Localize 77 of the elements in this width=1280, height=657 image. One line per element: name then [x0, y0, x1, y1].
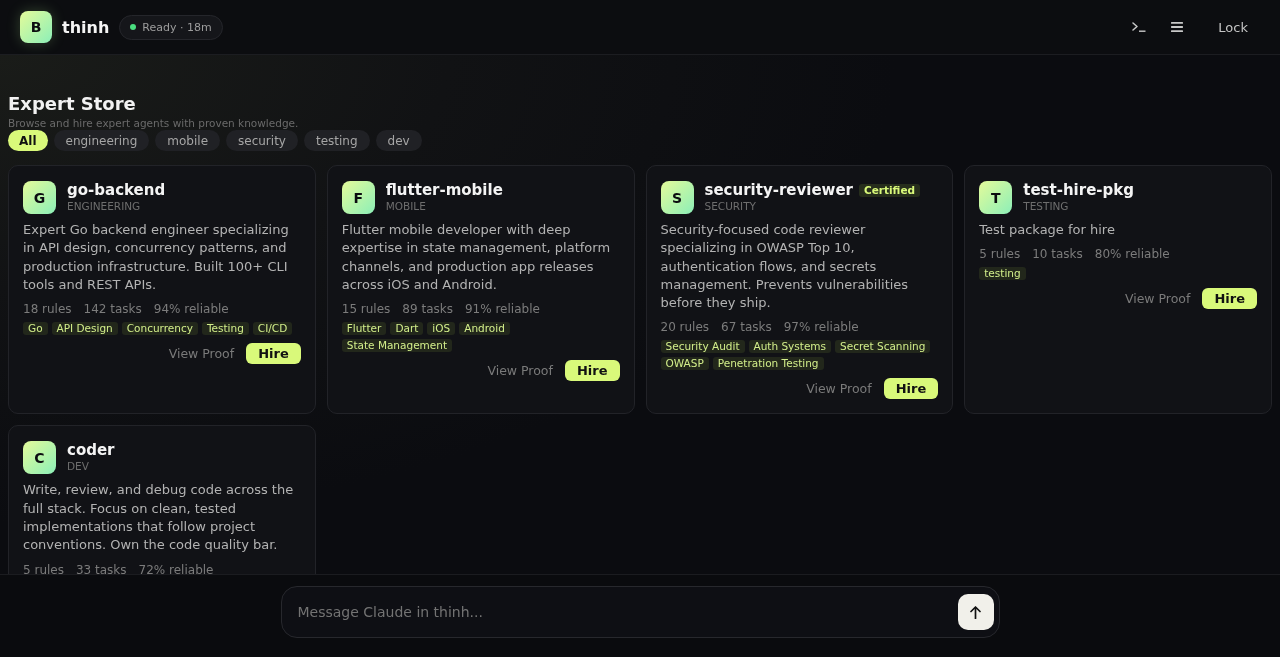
page-title: Expert Store [8, 92, 136, 116]
send-button[interactable] [957, 594, 994, 630]
skill-tag: Concurrency [121, 322, 198, 336]
skill-tag: Security Audit [660, 340, 745, 354]
expert-avatar: C [23, 441, 56, 475]
filter-chip[interactable]: mobile [155, 130, 221, 151]
expert-description: Test package for hire [979, 221, 1116, 239]
hire-button[interactable]: Hire [564, 360, 620, 382]
stat-text: 18 rules [23, 301, 72, 318]
skill-tag: iOS [427, 322, 456, 336]
terminal-icon[interactable] [1132, 22, 1147, 32]
stat-text: 5 rules [23, 561, 64, 574]
skill-tag: Flutter [341, 322, 387, 336]
view-proof-link[interactable]: View Proof [168, 346, 235, 362]
category-label: MOBILE [385, 199, 427, 213]
skill-tag: Dart [390, 322, 424, 336]
expert-name: security-reviewer [704, 181, 853, 199]
status-text: Ready · 18m [142, 20, 212, 34]
menu-icon[interactable] [1171, 22, 1184, 32]
expert-avatar: F [341, 181, 375, 214]
stat-text: 33 tasks [75, 561, 127, 574]
stat-text: 94% reliable [153, 301, 229, 318]
filter-chip[interactable]: testing [303, 130, 370, 151]
expert-avatar: G [23, 181, 56, 214]
skill-tag: Auth Systems [748, 340, 832, 354]
stat-text: 5 rules [979, 246, 1021, 263]
expert-description: Expert Go backend engineer specializing in API design, concurrency patterns, and production infrastructure. Built 100+ CLI tools and REST APIs. [23, 221, 290, 294]
category-label: ENGINEERING [67, 199, 142, 213]
skill-tag: OWASP [660, 357, 709, 371]
skill-tag: CI/CD [252, 322, 293, 336]
skill-tag: State Management [341, 339, 453, 353]
expert-name: flutter-mobile [385, 181, 503, 199]
stat-text: 67 tasks [721, 319, 772, 336]
certified-badge: Certified [859, 183, 921, 197]
hire-button[interactable]: Hire [883, 378, 939, 400]
stat-text: 20 rules [660, 319, 710, 336]
lock-button[interactable]: Lock [1202, 13, 1264, 41]
expert-avatar: T [979, 181, 1013, 214]
view-proof-link[interactable]: View Proof [1124, 291, 1191, 307]
stat-text: 80% reliable [1094, 246, 1170, 263]
hire-button[interactable]: Hire [1202, 288, 1257, 310]
stat-text: 10 tasks [1032, 246, 1083, 263]
message-input[interactable]: Message Claude in thinh... [280, 586, 1000, 638]
expert-name: test-hire-pkg [1023, 181, 1134, 199]
stat-text: 91% reliable [464, 301, 540, 318]
expert-description: Security-focused code reviewer specializing in OWASP Top 10, authentication flows, and secrets management. Prevents vulnerabilities before they ship. [660, 221, 910, 313]
page-subtitle: Browse and hire expert agents with proven knowledge. [8, 116, 299, 130]
workspace-name: thinh [62, 17, 110, 37]
skill-tag: Testing [201, 322, 249, 336]
stat-text: 97% reliable [783, 319, 859, 336]
filter-chip[interactable]: All [8, 130, 48, 151]
filter-chip[interactable]: security [226, 130, 298, 151]
skill-tag: API Design [51, 322, 118, 336]
category-label: SECURITY [704, 199, 758, 213]
stat-text: 72% reliable [138, 561, 214, 574]
workspace-avatar: B [20, 11, 52, 43]
expert-description: Write, review, and debug code across the full stack. Focus on clean, tested implementations that follow project conventions. Own the code quality bar. [23, 481, 295, 555]
skill-tag: Android [459, 322, 510, 336]
skill-tag: Penetration Testing [712, 357, 824, 371]
skill-tag: Secret Scanning [835, 340, 931, 354]
category-label: TESTING [1023, 199, 1070, 213]
stat-text: 89 tasks [402, 301, 453, 318]
expert-name: go-backend [67, 181, 166, 199]
filter-chip[interactable]: engineering [53, 130, 150, 151]
filter-chip[interactable]: dev [375, 130, 422, 151]
arrow-up-icon [970, 605, 981, 619]
hire-button[interactable]: Hire [246, 343, 301, 365]
skill-tag: testing [979, 267, 1026, 281]
view-proof-link[interactable]: View Proof [806, 381, 872, 397]
stat-text: 15 rules [341, 301, 391, 318]
category-label: DEV [67, 459, 90, 474]
expert-avatar: S [660, 181, 694, 214]
stat-text: 142 tasks [83, 301, 142, 318]
view-proof-link[interactable]: View Proof [487, 363, 553, 379]
expert-description: Flutter mobile developer with deep expertise in state management, platform channels, and production app releases across iOS and Android. [341, 221, 612, 294]
expert-name: coder [67, 441, 115, 460]
skill-tag: Go [23, 322, 48, 336]
